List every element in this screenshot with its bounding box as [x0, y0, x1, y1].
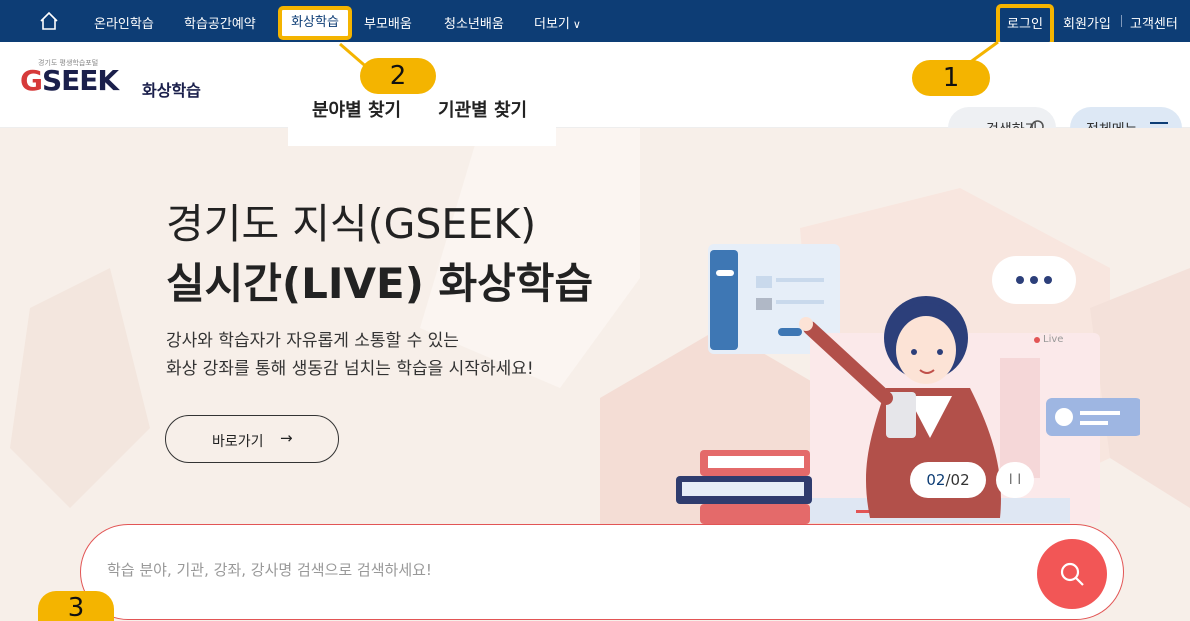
callout-badge-3: 3: [38, 591, 114, 621]
pause-button[interactable]: I I: [996, 462, 1034, 498]
nav-youth-learning[interactable]: 청소년배움: [444, 13, 504, 32]
nav-divider: [1121, 15, 1122, 27]
hero-description-line1: 강사와 학습자가 자유롭게 소통할 수 있는: [166, 331, 459, 351]
signup-link[interactable]: 회원가입: [1063, 13, 1111, 32]
main-search-button[interactable]: [1037, 539, 1107, 609]
callout-badge-1: 1: [912, 60, 990, 96]
pager-total: /02: [945, 471, 970, 489]
submenu-by-field[interactable]: 분야별 찾기: [312, 96, 401, 122]
chevron-down-icon: ∨: [572, 18, 581, 31]
slide-pager: 02/02: [910, 462, 986, 498]
hero-description-line2: 화상 강좌를 통해 생동감 넘치는 학습을 시작하세요!: [166, 359, 534, 379]
search-icon: [1060, 562, 1084, 586]
support-link[interactable]: 고객센터: [1130, 13, 1178, 32]
nav-video-learning[interactable]: 화상학습: [278, 6, 352, 40]
logo-wordmark: GSEEK: [20, 64, 119, 97]
home-icon[interactable]: [38, 10, 60, 32]
nav-more-label: 더보기: [534, 17, 570, 32]
main-search-input[interactable]: [107, 561, 1007, 579]
arrow-right-icon: →: [280, 429, 293, 447]
logo-subtitle: 화상학습: [142, 81, 201, 100]
logo-tagline: 경기도 평생학습포털: [38, 59, 99, 67]
top-nav-bar: 온라인학습 학습공간예약 화상학습 부모배움 청소년배움 더보기 ∨ 로그인 회원…: [0, 0, 1190, 46]
nav-online-learning[interactable]: 온라인학습: [94, 13, 154, 32]
teacher-illustration: [676, 244, 1140, 524]
go-button[interactable]: 바로가기 →: [165, 415, 339, 463]
submenu-by-institution[interactable]: 기관별 찾기: [438, 96, 527, 122]
hero-title-line1: 경기도 지식(GSEEK): [166, 200, 537, 248]
gseek-logo[interactable]: 경기도 평생학습포털 GSEEK 화상학습: [20, 59, 201, 100]
main-search-bar: [80, 524, 1124, 620]
nav-space-reservation[interactable]: 학습공간예약: [184, 13, 256, 32]
hero-title-line2: 실시간(LIVE) 화상학습: [166, 259, 594, 308]
pager-current: 02: [926, 471, 946, 489]
nav-parent-learning[interactable]: 부모배움: [364, 13, 412, 32]
live-label: Live: [1043, 334, 1064, 345]
callout-badge-2: 2: [360, 58, 436, 94]
go-button-label: 바로가기: [212, 434, 264, 450]
nav-more[interactable]: 더보기 ∨: [534, 13, 581, 32]
site-header: 경기도 평생학습포털 GSEEK 화상학습 검색하기 전체메뉴: [0, 42, 1190, 149]
